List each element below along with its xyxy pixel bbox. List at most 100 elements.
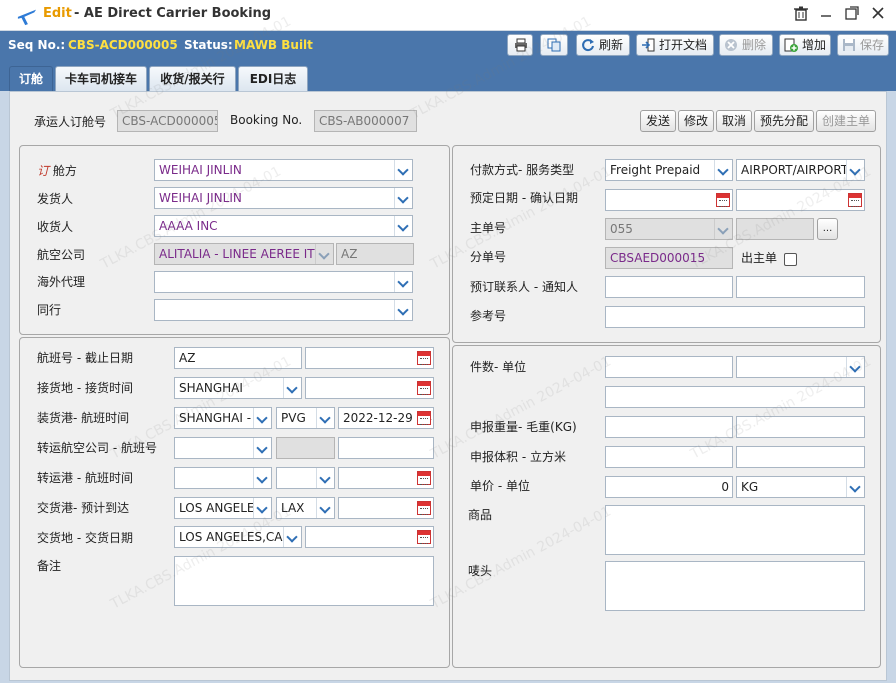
mawb-prefix-select[interactable]: 055	[605, 218, 733, 240]
transfer-flight-time-field[interactable]	[338, 467, 434, 489]
calendar-icon[interactable]	[716, 193, 730, 207]
delivery-code-select[interactable]: LAX	[276, 497, 335, 519]
reference-field[interactable]	[605, 306, 865, 328]
calendar-icon[interactable]	[417, 381, 431, 395]
booking-date-field[interactable]	[605, 189, 733, 211]
add-icon	[784, 38, 798, 52]
master-out-checkbox[interactable]	[784, 253, 797, 266]
save-button[interactable]: 保存	[837, 34, 889, 56]
consignee-select[interactable]: AAAA INC	[154, 215, 413, 237]
commodity-textarea[interactable]	[605, 505, 865, 555]
reference-label: 参考号	[470, 309, 507, 323]
flight-label: 航班号 - 截止日期	[37, 351, 133, 365]
title-bar: Edit - AE Direct Carrier Booking	[0, 0, 896, 31]
delivery-place-label: 交货地 - 交货日期	[37, 531, 133, 545]
hawb-label: 分单号	[470, 250, 507, 264]
save-icon	[843, 39, 855, 51]
booker-label: 订 舱方	[37, 164, 77, 178]
peer-select[interactable]	[154, 299, 413, 321]
pre-allocate-button[interactable]: 预先分配	[754, 110, 814, 132]
pieces-label: 件数- 单位	[470, 360, 527, 374]
delete-button[interactable]: 删除	[719, 34, 773, 56]
carrier-booking-field: CBS-ACD000005	[117, 110, 218, 132]
chevron-down-icon	[846, 160, 864, 180]
mawb-lookup-button[interactable]: ...	[817, 218, 838, 240]
calendar-icon[interactable]	[417, 501, 431, 515]
transfer-port-select[interactable]	[174, 467, 272, 489]
pieces-field[interactable]	[605, 356, 733, 378]
flight-no-field[interactable]: AZ	[174, 347, 302, 369]
marks-textarea[interactable]	[605, 561, 865, 611]
remarks-textarea[interactable]	[174, 556, 434, 606]
transfer-airline-select[interactable]	[174, 437, 272, 459]
send-button[interactable]: 发送	[640, 110, 676, 132]
minimize-icon[interactable]	[817, 6, 835, 24]
pieces-unit-select[interactable]	[736, 356, 865, 378]
delivery-port-select[interactable]: LOS ANGELES	[174, 497, 272, 519]
seq-value: CBS-ACD000005	[68, 38, 178, 52]
tab-receiving-customs[interactable]: 收货/报关行	[149, 66, 236, 92]
tab-truck-pickup[interactable]: 卡车司机接车	[55, 66, 147, 92]
overseas-agent-select[interactable]	[154, 271, 413, 293]
pickup-time-field[interactable]	[305, 377, 434, 399]
tab-edi-log[interactable]: EDI日志	[238, 66, 308, 92]
master-out-label: 出主单	[741, 251, 778, 265]
notify-party-field[interactable]	[736, 276, 865, 298]
price-unit-select[interactable]: KG	[736, 476, 865, 498]
close-icon[interactable]	[869, 6, 887, 24]
loading-code-select[interactable]: PVG	[276, 407, 335, 429]
loading-port-select[interactable]: SHANGHAI -	[174, 407, 272, 429]
payment-method-select[interactable]: Freight Prepaid	[605, 159, 733, 181]
remarks-label: 备注	[37, 559, 62, 573]
confirm-date-field[interactable]	[736, 189, 865, 211]
transfer-flight-no-field[interactable]	[338, 437, 434, 459]
chevron-down-icon	[394, 300, 412, 320]
calendar-icon[interactable]	[848, 193, 862, 207]
payment-label: 付款方式- 服务类型	[470, 163, 575, 177]
add-button[interactable]: 增加	[779, 34, 831, 56]
cancel-button[interactable]: 取消	[716, 110, 752, 132]
booking-contact-field[interactable]	[605, 276, 733, 298]
gross-weight-field[interactable]	[736, 416, 865, 438]
declared-volume-field[interactable]	[605, 446, 733, 468]
airline-select[interactable]: ALITALIA - LINEE AEREE IT	[154, 243, 334, 265]
cubic-meter-field[interactable]	[736, 446, 865, 468]
calendar-icon[interactable]	[417, 351, 431, 365]
delivery-place-select[interactable]: LOS ANGELES,CA	[174, 526, 302, 548]
refresh-icon	[582, 39, 594, 52]
print-button[interactable]	[507, 34, 533, 56]
open-document-button[interactable]: 打开文档	[636, 34, 714, 56]
cutoff-date-field[interactable]	[305, 347, 434, 369]
pickup-place-select[interactable]: SHANGHAI	[174, 377, 302, 399]
copy-button[interactable]	[540, 34, 568, 56]
create-master-button[interactable]: 创建主单	[816, 110, 876, 132]
tab-booking[interactable]: 订舱	[9, 66, 53, 92]
service-type-select[interactable]: AIRPORT/AIRPORT	[736, 159, 865, 181]
chevron-down-icon	[253, 408, 271, 428]
booker-select[interactable]: WEIHAI JINLIN	[154, 159, 413, 181]
transfer-code-select[interactable]	[276, 467, 335, 489]
declared-weight-field[interactable]	[605, 416, 733, 438]
chevron-down-icon	[316, 498, 334, 518]
copy-icon	[547, 38, 561, 52]
unit-price-field[interactable]: 0	[605, 476, 733, 498]
shipper-select[interactable]: WEIHAI JINLIN	[154, 187, 413, 209]
maximize-icon[interactable]	[843, 6, 861, 24]
chevron-down-icon	[253, 438, 271, 458]
calendar-icon[interactable]	[417, 411, 431, 425]
eta-field[interactable]	[338, 497, 434, 519]
refresh-button[interactable]: 刷新	[576, 34, 630, 56]
chevron-down-icon	[315, 244, 333, 264]
modify-button[interactable]: 修改	[678, 110, 714, 132]
loading-flight-time-field[interactable]: 2022-12-29 14	[338, 407, 434, 429]
chevron-down-icon	[316, 408, 334, 428]
calendar-icon[interactable]	[417, 530, 431, 544]
calendar-icon[interactable]	[417, 471, 431, 485]
chevron-down-icon	[846, 357, 864, 377]
pieces-extra-field[interactable]	[605, 386, 865, 408]
delivery-date-field[interactable]	[305, 526, 434, 548]
delete-icon	[725, 39, 737, 51]
consignee-label: 收货人	[37, 220, 74, 234]
status-label: Status:	[184, 38, 233, 52]
trash-icon[interactable]	[792, 6, 810, 24]
